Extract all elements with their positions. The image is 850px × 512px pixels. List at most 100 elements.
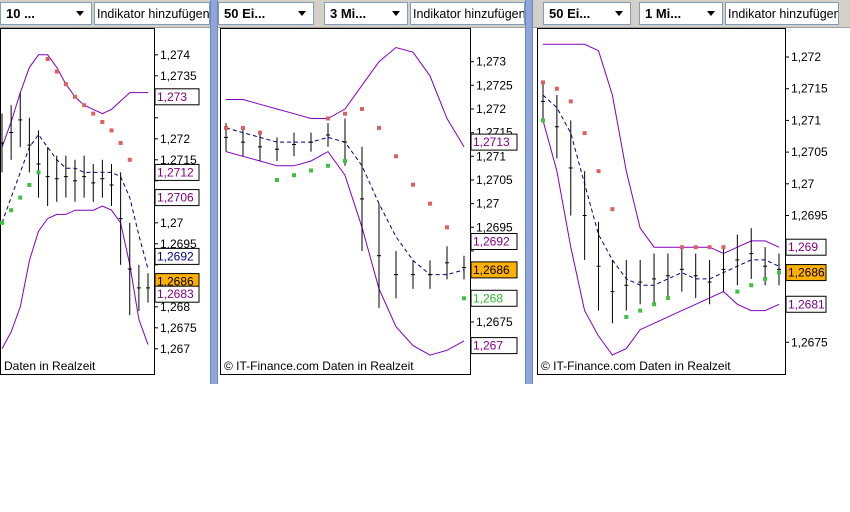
axis-tick-label: 1,273 — [476, 55, 506, 69]
price-chart[interactable]: 1,2741,27351,2721,27151,271,26951,2681,2… — [0, 28, 210, 384]
chevron-down-icon[interactable] — [72, 5, 89, 22]
sar-red-dot — [568, 99, 573, 104]
axis-tick-label: 1,272 — [476, 102, 506, 116]
sar-red-dot — [82, 103, 87, 108]
sar-red-dot — [582, 131, 587, 136]
sar-red-dot — [610, 207, 615, 212]
chevron-down-icon[interactable] — [611, 5, 628, 22]
add-indicator-button[interactable]: Indikator hinzufügen — [94, 2, 210, 25]
panel-splitter[interactable] — [210, 0, 218, 384]
sar-red-dot — [258, 130, 262, 135]
blank-area — [0, 384, 850, 512]
sar-red-dot — [360, 106, 364, 111]
plot-frame — [220, 28, 471, 375]
sar-green-dot — [27, 183, 32, 187]
add-indicator-button[interactable]: Indikator hinzufügen — [410, 2, 525, 25]
axis-tick-label: 1,27 — [476, 197, 500, 211]
period-select-value: 10 ... — [6, 6, 35, 21]
axis-tick-label: 1,2695 — [476, 220, 513, 234]
price-value-label: 1,2686 — [788, 266, 825, 280]
sar-red-dot — [241, 125, 245, 130]
bollinger-upper-line — [543, 43, 780, 255]
sar-red-dot — [343, 111, 347, 116]
axis-tick-label: 1,272 — [791, 50, 821, 64]
chart-panel-3: 50 Ei... 1 Mi... Indikator hinzufügen 1,… — [533, 0, 850, 384]
sar-red-dot — [224, 125, 228, 130]
sar-red-dot — [45, 57, 50, 61]
period-select[interactable]: 50 Ei... — [218, 2, 314, 25]
copyright-text: © IT-Finance.com Daten in Realzeit — [224, 359, 414, 373]
sar-red-dot — [693, 245, 698, 250]
moving-average-line — [542, 94, 780, 286]
period-select[interactable]: 50 Ei... — [543, 2, 631, 25]
sar-red-dot — [109, 128, 114, 133]
chevron-down-icon[interactable] — [388, 5, 405, 22]
copyright-text: Daten in Realzeit — [4, 359, 96, 373]
sar-red-dot — [721, 245, 726, 250]
sar-green-dot — [275, 177, 279, 182]
sar-green-dot — [326, 163, 330, 168]
sar-green-dot — [665, 295, 670, 300]
sar-green-dot — [9, 208, 14, 213]
axis-tick-label: 1,27 — [160, 216, 184, 230]
sar-red-dot — [326, 116, 330, 121]
price-value-label: 1,273 — [157, 90, 187, 104]
sar-red-dot — [118, 141, 123, 145]
copyright-text: © IT-Finance.com Daten in Realzeit — [541, 359, 731, 373]
price-value-label: 1,269 — [788, 240, 818, 254]
sar-red-dot — [54, 69, 59, 74]
chart-panel-2: 50 Ei... 3 Mi... Indikator hinzufügen 1,… — [218, 0, 525, 384]
price-value-label: 1,267 — [473, 339, 503, 353]
interval-select[interactable]: 3 Mi... — [324, 2, 408, 25]
sar-green-dot — [309, 168, 313, 173]
sar-green-dot — [462, 296, 466, 301]
price-value-label: 1,2681 — [788, 297, 825, 311]
chart-toolbar: 50 Ei... 3 Mi... Indikator hinzufügen — [218, 0, 525, 28]
chart-toolbar: 50 Ei... 1 Mi... Indikator hinzufügen — [533, 0, 850, 28]
price-value-label: 1,268 — [473, 291, 503, 305]
price-value-label: 1,2686 — [473, 263, 510, 277]
axis-tick-label: 1,2675 — [160, 321, 197, 335]
sar-red-dot — [73, 94, 77, 99]
price-chart[interactable]: 1,272 1,2715 1,271 1,2705 1,27 1,2695 1,2675 1,… — [533, 28, 850, 384]
plot-frame — [0, 28, 155, 375]
sar-green-dot — [638, 308, 643, 313]
sar-green-dot — [36, 170, 41, 175]
axis-tick-label: 1,2715 — [791, 82, 828, 96]
plot-frame — [537, 28, 786, 375]
price-value-label: 1,2692 — [473, 234, 510, 248]
bollinger-upper-line — [1, 54, 148, 148]
sar-green-dot — [18, 195, 23, 200]
sar-red-dot — [63, 82, 68, 87]
sar-red-dot — [91, 111, 96, 116]
add-indicator-button[interactable]: Indikator hinzufügen — [725, 2, 839, 25]
axis-tick-label: 1,2735 — [160, 69, 197, 83]
sar-red-dot — [541, 80, 545, 85]
period-select-value: 50 Ei... — [549, 6, 591, 21]
period-select-value: 50 Ei... — [224, 6, 266, 21]
bollinger-lower-line — [1, 205, 149, 350]
axis-tick-label: 1,271 — [791, 113, 821, 127]
sar-red-dot — [445, 225, 449, 230]
sar-green-dot — [0, 220, 4, 225]
price-value-label: 1,2706 — [157, 191, 194, 205]
panel-splitter[interactable] — [525, 0, 533, 384]
sar-red-dot — [411, 182, 415, 187]
price-value-label: 1,2712 — [157, 165, 194, 179]
axis-tick-label: 1,271 — [476, 149, 506, 163]
sar-green-dot — [343, 159, 347, 164]
axis-tick-label: 1,2725 — [476, 78, 513, 92]
period-select[interactable]: 10 ... — [0, 2, 92, 25]
sar-red-dot — [127, 157, 132, 162]
chevron-down-icon[interactable] — [703, 5, 720, 22]
chart-panel-1: 10 ... Indikator hinzufügen 1,274 1,2735 1… — [0, 0, 210, 384]
interval-select-value: 3 Mi... — [330, 6, 367, 21]
interval-select[interactable]: 1 Mi... — [639, 2, 723, 25]
interval-select-value: 1 Mi... — [645, 6, 682, 21]
price-chart[interactable]: 1,2731,27251,2721,27151,2711,27051,271,2… — [218, 28, 525, 384]
axis-tick-label: 1,2695 — [791, 209, 828, 223]
sar-red-dot — [377, 125, 381, 130]
price-value-label: 1,2683 — [157, 287, 194, 301]
sar-red-dot — [554, 86, 559, 91]
chevron-down-icon[interactable] — [294, 5, 311, 22]
